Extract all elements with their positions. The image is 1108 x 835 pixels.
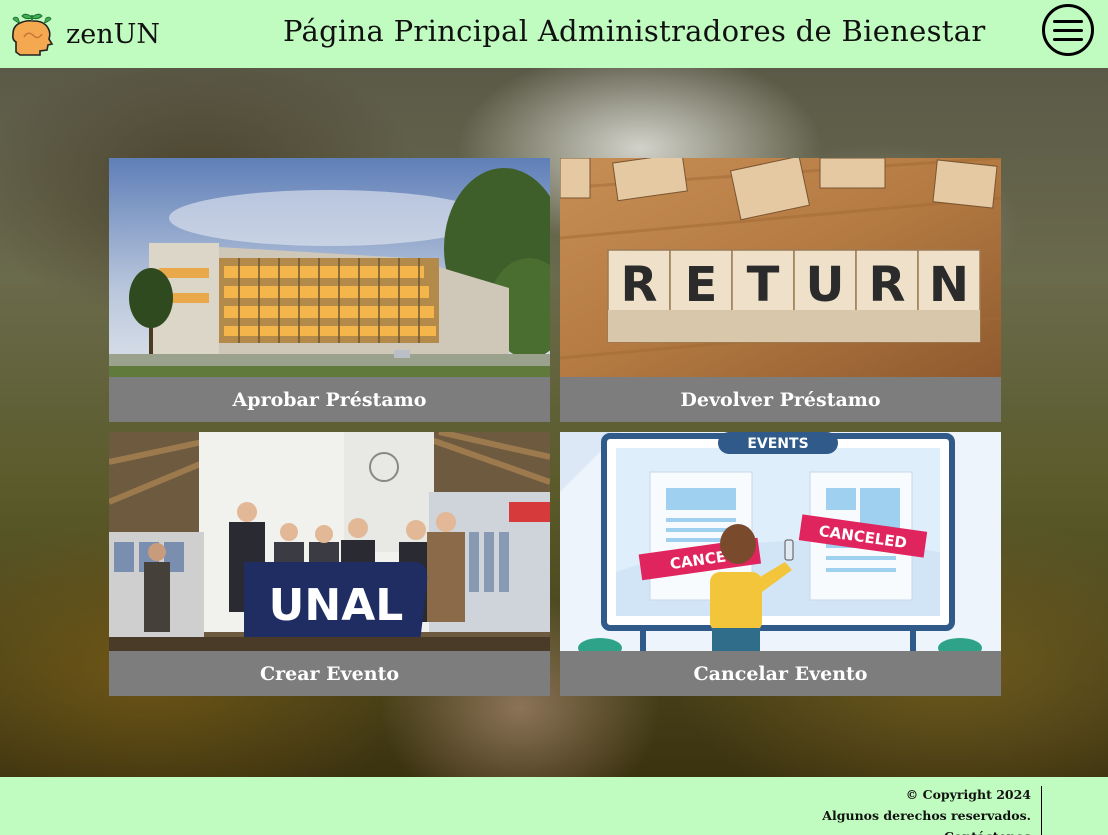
brain-plant-logo-icon (12, 13, 54, 56)
return-letter: R (621, 257, 658, 313)
events-banner-text: EVENTS (747, 436, 808, 452)
unal-booth-group-photo: UNAL (109, 432, 550, 651)
footer: © Copyright 2024 Algunos derechos reserv… (0, 777, 1108, 835)
copyright-text: © Copyright 2024 (905, 787, 1031, 802)
return-letter: U (806, 257, 845, 313)
university-building-photo (109, 158, 550, 377)
card-crear-evento[interactable]: UNAL Crear Evento (109, 432, 550, 696)
unal-sign-text: UNAL (269, 580, 404, 631)
menu-line-icon (1053, 28, 1083, 32)
footer-text: © Copyright 2024 Algunos derechos reserv… (822, 784, 1031, 835)
card-devolver-prestamo[interactable]: R E T U R N Devolver Préstamo (560, 158, 1001, 422)
card-label: Devolver Préstamo (560, 377, 1001, 422)
rights-text: Algunos derechos reservados. (822, 808, 1031, 823)
hamburger-menu-button[interactable] (1042, 4, 1094, 56)
events-canceled-illustration: EVENTS CANCE CANCELED (560, 432, 1001, 651)
page-title: Página Principal Administradores de Bien… (283, 14, 986, 48)
menu-line-icon (1053, 37, 1083, 41)
return-letter: R (869, 257, 906, 313)
card-label: Aprobar Préstamo (109, 377, 550, 422)
footer-divider (1041, 786, 1042, 835)
card-label: Cancelar Evento (560, 651, 1001, 696)
return-wooden-blocks-photo: R E T U R N (560, 158, 1001, 377)
contact-link[interactable]: Contáctenos (822, 826, 1031, 835)
return-letter: T (747, 257, 780, 313)
card-cancelar-evento[interactable]: EVENTS CANCE CANCELED Cancelar Evento (560, 432, 1001, 696)
return-letter: N (929, 257, 969, 313)
card-aprobar-prestamo[interactable]: Aprobar Préstamo (109, 158, 550, 422)
return-letter: E (685, 257, 718, 313)
card-label: Crear Evento (109, 651, 550, 696)
header: zenUN Página Principal Administradores d… (0, 0, 1108, 68)
brand[interactable]: zenUN (10, 12, 160, 56)
menu-line-icon (1053, 19, 1083, 23)
brand-name: zenUN (66, 18, 160, 50)
